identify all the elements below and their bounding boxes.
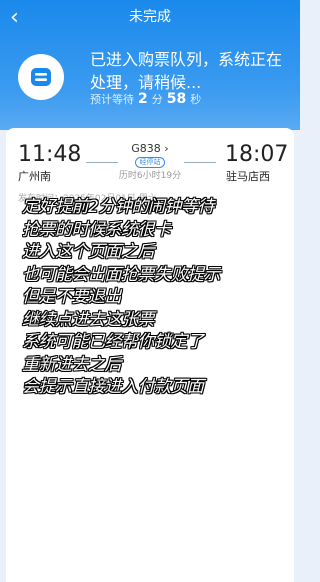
page-title: 未完成 [129,9,171,25]
subtitle-line: 继续点进去这张票 [22,309,155,330]
queue-ticket-icon [18,54,64,100]
subtitle-line: 也可能会出面抢票失败提示 [22,264,221,285]
trip-duration: 历时6小时19分 [118,171,182,181]
subtitle-line: 抢票的时候系统很卡 [22,219,171,240]
minutes-unit: 分 [151,93,163,106]
depart-time: 11:48 [18,142,82,167]
depart-station: 广州南 [18,170,51,183]
stopover-badge[interactable]: 经停站 [135,157,165,168]
video-subtitles: 定好提前2分钟的闹钟等待 抢票的时候系统很卡 进入这个页面之后 也可能会出面抢票… [22,196,300,399]
wait-seconds: 58 [166,91,187,107]
subtitle-line: 会提示直接进入付款页面 [22,377,204,397]
route-line-left [86,162,118,163]
subtitle-line: 系统可能已经帮你锁定了 [22,332,204,352]
wait-countdown: 预计等待 2 分 58 秒 [90,91,201,108]
arrive-station: 驻马店西 [226,170,270,183]
route-line-right [184,162,216,163]
seconds-unit: 秒 [190,93,202,106]
wait-minutes: 2 [138,91,148,107]
subtitle-line: 重新进去之后 [22,354,122,375]
queue-status-message: 已进入购票队列，系统正在处理，请稍候... [90,50,283,92]
train-number[interactable]: G838 › [118,142,182,156]
wait-label: 预计等待 [90,93,134,106]
subtitle-line: 定好提前2分钟的闹钟等待 [22,197,214,217]
subtitle-line: 但是不要退出 [22,287,122,307]
subtitle-line: 进入这个页面之后 [22,242,155,262]
arrive-time: 18:07 [225,142,289,167]
